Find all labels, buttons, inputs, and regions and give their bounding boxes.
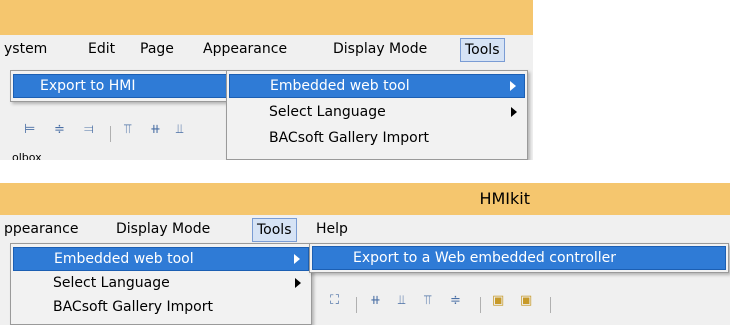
tools-menu-popup: Embedded web tool Select Language BACsof… [226, 70, 528, 160]
align-top-icon[interactable]: ⫪ [424, 293, 431, 308]
export-web-embedded-controller-label: Export to a Web embedded controller [353, 250, 617, 266]
bacsoft-gallery-import-item[interactable]: BACsoft Gallery Import [229, 127, 525, 149]
title-bar: HMIkit [0, 183, 730, 215]
embedded-web-tool-item[interactable]: Embedded web tool [229, 74, 525, 98]
menu-appearance[interactable]: Appearance [199, 39, 291, 59]
embedded-web-tool-submenu: Export to a Web embedded controller [309, 243, 729, 273]
screenshot-top: ystem Edit Page Appearance Display Mode … [0, 0, 533, 160]
submenu-arrow-icon [510, 81, 516, 91]
menu-page[interactable]: Page [136, 39, 178, 59]
export-to-hmi-item[interactable]: Export to HMI [13, 74, 242, 98]
align-left-icon[interactable]: ⊨ [24, 122, 35, 137]
select-language-label: Select Language [53, 275, 170, 291]
toolbar-separator [110, 126, 111, 142]
export-web-embedded-controller-item[interactable]: Export to a Web embedded controller [312, 246, 726, 270]
align-center-icon[interactable]: ≑ [450, 293, 461, 308]
menu-system[interactable]: ystem [0, 39, 51, 59]
select-language-label: Select Language [269, 104, 386, 120]
submenu-arrow-icon [511, 107, 517, 117]
menu-tools[interactable]: Tools [252, 218, 297, 242]
bring-front-icon[interactable]: ▣ [492, 293, 504, 308]
toolbar-separator [480, 297, 481, 313]
menu-display-mode[interactable]: Display Mode [329, 39, 431, 59]
toolbar-separator [356, 297, 357, 313]
menu-display-mode[interactable]: Display Mode [112, 219, 214, 239]
menu-appearance[interactable]: ppearance [0, 219, 82, 239]
system-menu-popup: Export to HMI [10, 70, 242, 102]
distribute-icon[interactable]: ⛶ [330, 293, 339, 308]
title-bar [0, 0, 533, 35]
align-top-icon[interactable]: ⫪ [124, 122, 131, 137]
screenshot-bottom: HMIkit ppearance Display Mode Tools Help… [0, 183, 730, 325]
menu-bar: ystem Edit Page Appearance Display Mode … [0, 35, 533, 65]
align-center-icon[interactable]: ≑ [54, 122, 65, 137]
embedded-web-tool-label: Embedded web tool [54, 251, 194, 267]
menu-tools[interactable]: Tools [460, 38, 505, 62]
menu-help[interactable]: Help [312, 219, 352, 239]
toolbar: ⛶ ⧺ ⫫ ⫪ ≑ ▣ ▣ [0, 293, 730, 317]
align-bottom-icon[interactable]: ⫫ [398, 293, 405, 308]
toolbox-tab[interactable]: olbox [12, 151, 42, 160]
submenu-arrow-icon [295, 278, 301, 288]
toolbar-separator [550, 297, 551, 313]
window-title: HMIkit [479, 189, 530, 208]
embedded-web-tool-item[interactable]: Embedded web tool [13, 247, 309, 271]
select-language-item[interactable]: Select Language [229, 101, 525, 123]
align-middle-icon[interactable]: ⧺ [150, 122, 161, 137]
embedded-web-tool-label: Embedded web tool [270, 78, 410, 94]
align-right-icon[interactable]: ⫤ [84, 122, 94, 137]
menu-edit[interactable]: Edit [84, 39, 119, 59]
menu-bar: ppearance Display Mode Tools Help [0, 215, 730, 242]
bacsoft-gallery-import-label: BACsoft Gallery Import [269, 130, 429, 146]
align-middle-icon[interactable]: ⧺ [370, 293, 381, 308]
send-back-icon[interactable]: ▣ [520, 293, 532, 308]
select-language-item[interactable]: Select Language [13, 272, 309, 294]
submenu-arrow-icon [294, 254, 300, 264]
align-bottom-icon[interactable]: ⫫ [176, 122, 183, 137]
